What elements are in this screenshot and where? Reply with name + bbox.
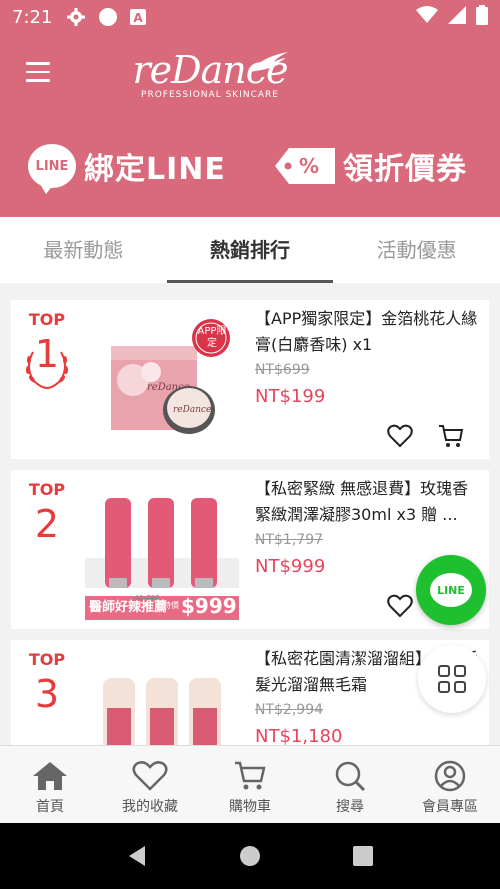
back-icon[interactable] — [125, 844, 149, 868]
tab-bestsellers[interactable]: 熱銷排行 — [166, 217, 334, 283]
add-to-cart-icon[interactable] — [438, 424, 464, 448]
product-image[interactable] — [85, 648, 239, 745]
rank-badge: TOP 2 — [11, 480, 83, 549]
tab-latest-news[interactable]: 最新動態 — [0, 217, 167, 283]
cart-icon — [235, 761, 266, 790]
menu-icon[interactable] — [26, 62, 50, 82]
home-circle-icon[interactable] — [238, 844, 262, 868]
get-coupon-button[interactable]: % 領折價券 — [275, 142, 467, 190]
original-price: NT$699 — [255, 362, 310, 378]
favorite-heart-icon[interactable] — [387, 594, 413, 618]
rank-label: TOP — [28, 480, 66, 499]
line-logo-icon: LINE — [28, 144, 76, 194]
tab-bar: 最新動態 熱銷排行 活動優惠 — [0, 217, 500, 283]
product-title[interactable]: 【私密緊緻 無感退費】玫瑰香緊緻潤澤凝膠30ml x3 贈 ... — [255, 476, 480, 528]
nav-search-label: 搜尋 — [336, 799, 364, 815]
grid-menu-button[interactable] — [418, 645, 486, 713]
battery-icon — [476, 4, 488, 30]
a-status-icon: A — [130, 9, 147, 25]
line-chat-icon: LINE — [430, 573, 472, 607]
recents-icon[interactable] — [351, 844, 375, 868]
app-exclusive-badge: APP限定 — [197, 326, 227, 349]
product-image[interactable]: reDance reDance APP限定 — [85, 308, 239, 450]
original-price: NT$2,994 — [255, 702, 324, 718]
coupon-tag-icon: % — [275, 146, 335, 186]
nav-home-label: 首頁 — [36, 799, 64, 815]
logo-subtitle: PROFESSIONAL SKINCARE — [141, 90, 279, 100]
product-card[interactable]: TOP 2 醫師好辣推薦 $1,797 特價 $999 【私密緊緻 無感退費】玫… — [11, 470, 489, 629]
promo-price-label: 特價 — [163, 601, 179, 610]
promo-price: $999 — [181, 594, 237, 618]
nav-member[interactable]: 會員專區 — [400, 746, 500, 823]
status-time: 7:21 — [12, 6, 53, 28]
system-nav-bar — [0, 823, 500, 889]
product-card[interactable]: TOP 1 reDance reDance APP限定 【APP獨家限定】金箔桃… — [11, 300, 489, 459]
app-header: reDance PROFESSIONAL SKINCARE LINE 綁定LIN… — [0, 34, 500, 217]
bind-line-label: 綁定LINE — [84, 152, 226, 187]
product-image[interactable]: 醫師好辣推薦 $1,797 特價 $999 — [85, 478, 239, 620]
product-title[interactable]: 【APP獨家限定】金箔桃花人緣膏(白麝香味) x1 — [255, 306, 480, 358]
rank-number: 2 — [34, 502, 60, 546]
svg-text:reDance: reDance — [173, 405, 211, 415]
rank-label: TOP — [28, 650, 66, 669]
product-card[interactable]: TOP 3 【私密花園清潔溜溜組】專用毛髮光溜溜無毛霜 NT$2,994 NT$… — [11, 640, 489, 745]
sale-price: NT$1,180 — [255, 726, 343, 745]
circle-status-icon — [98, 7, 118, 27]
bottom-nav: 首頁 我的收藏 購物車 搜尋 會員專區 — [0, 745, 500, 823]
bind-line-button[interactable]: LINE 綁定LINE — [28, 142, 226, 194]
wifi-icon — [416, 5, 438, 29]
nav-search[interactable]: 搜尋 — [300, 746, 400, 823]
favorite-heart-icon[interactable] — [387, 424, 413, 448]
status-bar: 7:21 A — [0, 0, 500, 34]
rank-badge: TOP 3 — [11, 650, 83, 719]
svg-text:A: A — [134, 11, 144, 25]
grid-icon — [438, 665, 466, 693]
nav-cart-label: 購物車 — [229, 799, 271, 815]
home-icon — [33, 762, 67, 790]
get-coupon-label: 領折價券 — [343, 152, 467, 187]
nav-member-label: 會員專區 — [422, 799, 478, 815]
search-icon — [335, 761, 366, 792]
sale-price: NT$199 — [255, 386, 326, 407]
sale-price: NT$999 — [255, 556, 326, 577]
settings-status-icon — [66, 7, 86, 27]
nav-favorites[interactable]: 我的收藏 — [100, 746, 200, 823]
original-price: NT$1,797 — [255, 532, 324, 548]
nav-cart[interactable]: 購物車 — [200, 746, 300, 823]
logo-wing-icon — [248, 52, 288, 72]
tab-promotions[interactable]: 活動優惠 — [333, 217, 500, 283]
brand-logo: reDance PROFESSIONAL SKINCARE — [130, 48, 290, 110]
laurel-icon — [26, 351, 68, 389]
promo-original-price: $1,797 — [135, 594, 160, 602]
signal-icon — [448, 5, 466, 29]
nav-home[interactable]: 首頁 — [0, 746, 100, 823]
rank-label: TOP — [28, 310, 66, 329]
line-chat-button[interactable]: LINE — [416, 555, 486, 625]
user-icon — [434, 760, 466, 792]
rank-number: 3 — [34, 672, 60, 716]
nav-favorites-label: 我的收藏 — [122, 799, 178, 815]
heart-icon — [132, 761, 168, 791]
